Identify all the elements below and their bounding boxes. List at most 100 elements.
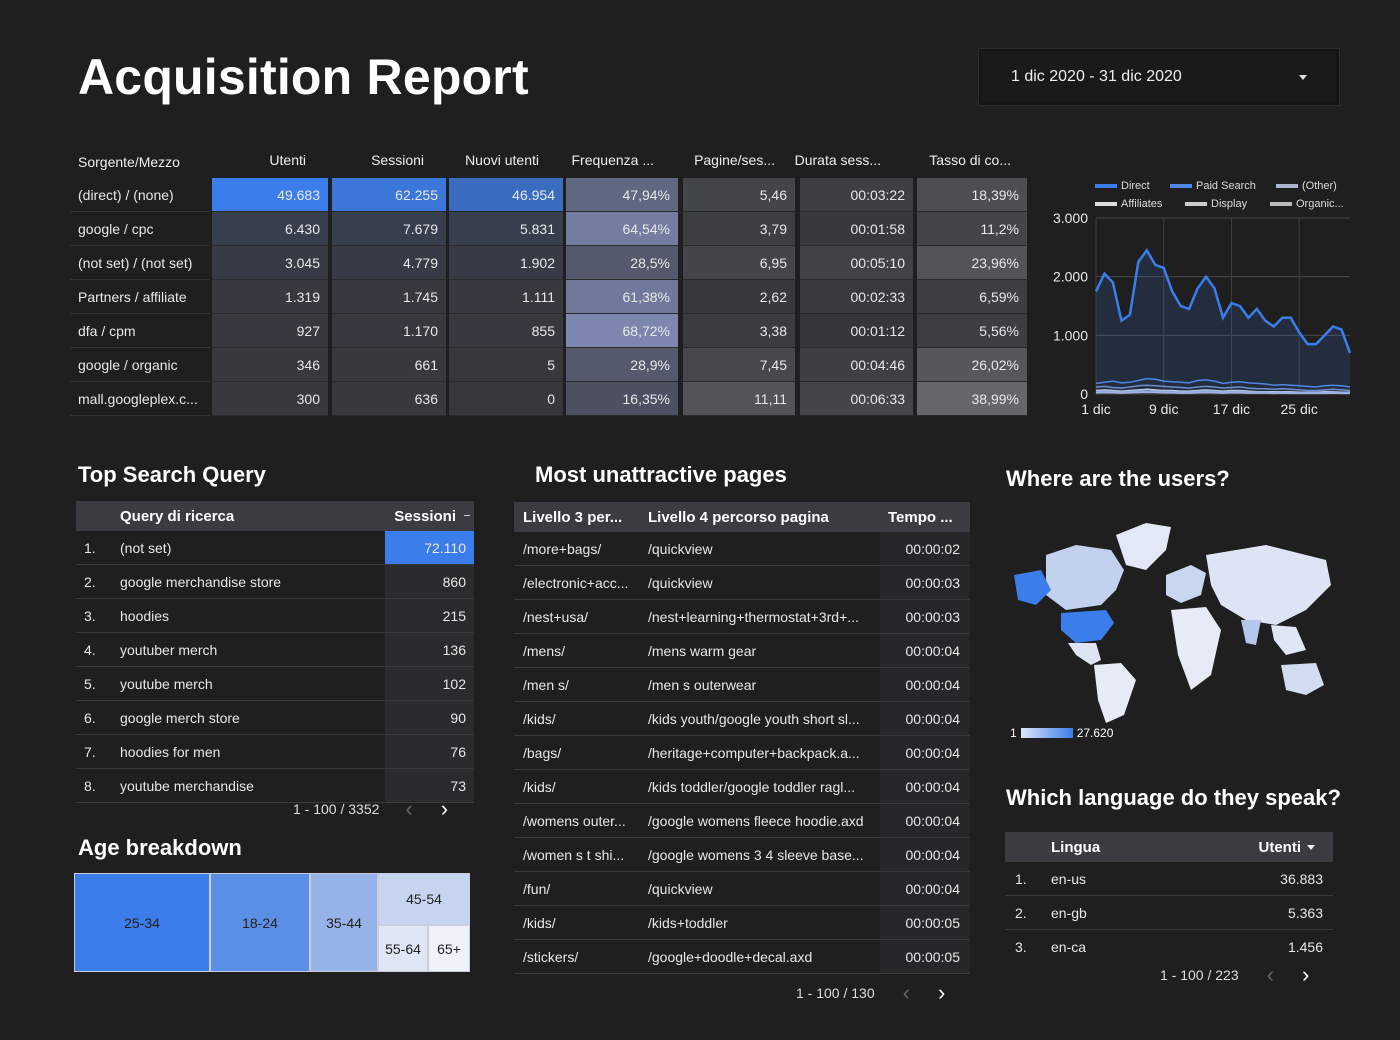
table-row[interactable]: 3. hoodies 215 [76, 599, 474, 633]
europe-shape[interactable] [1166, 565, 1206, 603]
table-row[interactable]: 7. hoodies for men 76 [76, 735, 474, 769]
chevron-left-icon[interactable]: ‹ [1267, 962, 1274, 988]
alaska-shape[interactable] [1014, 570, 1051, 605]
metric-cell: 2,62 [683, 280, 795, 314]
metric-cell: 5.831 [449, 212, 563, 246]
level3-path: /womens outer... [523, 812, 626, 829]
query-text: google merchandise store [120, 573, 282, 590]
sessions-line-chart: Direct Paid Search (Other) Affiliates Di… [1040, 168, 1370, 428]
table-row[interactable]: /nest+usa/ /nest+learning+thermostat+3rd+… [514, 600, 970, 634]
query-text: youtuber merch [120, 641, 218, 658]
column-header-query[interactable]: Query di ricerca [120, 508, 234, 525]
pager-label: 1 - 100 / 130 [796, 985, 875, 1001]
table-row[interactable]: /women s t shi... /google womens 3 4 slee… [514, 838, 970, 872]
row-index: 1. [84, 539, 96, 556]
column-header[interactable]: Durata sess... [795, 144, 913, 176]
x-tick-label: 9 dic [1149, 401, 1179, 417]
row-index: 4. [84, 641, 96, 658]
table-row[interactable]: 2. en-gb 5.363 [1005, 896, 1333, 930]
sort-icon[interactable] [464, 515, 470, 516]
africa-shape[interactable] [1171, 607, 1221, 690]
date-range-picker[interactable]: 1 dic 2020 - 31 dic 2020 [978, 48, 1340, 106]
world-map[interactable] [1006, 515, 1336, 725]
southeast-asia-shape[interactable] [1271, 625, 1306, 655]
asia-shape[interactable] [1206, 545, 1331, 625]
australia-shape[interactable] [1281, 663, 1324, 695]
level4-path: /quickview [648, 574, 713, 591]
column-header-level4[interactable]: Livello 4 percorso pagina [648, 509, 829, 526]
metric-cell: 5,46 [683, 178, 795, 212]
table-row[interactable]: 2. google merchandise store 860 [76, 565, 474, 599]
table-row[interactable]: /more+bags/ /quickview 00:00:02 [514, 532, 970, 566]
south-america-shape[interactable] [1094, 663, 1136, 723]
column-header[interactable]: Pagine/ses... [683, 144, 795, 176]
treemap-tile[interactable]: 65+ [428, 925, 470, 972]
chevron-left-icon[interactable]: ‹ [405, 796, 412, 822]
table-row[interactable]: /bags/ /heritage+computer+backpack.a... 00… [514, 736, 970, 770]
time-value: 00:00:04 [880, 736, 970, 769]
column-header[interactable]: Utenti [212, 144, 328, 176]
table-row[interactable]: 1. en-us 36.883 [1005, 862, 1333, 896]
table-row[interactable]: /electronic+acc... /quickview 00:00:03 [514, 566, 970, 600]
table-row[interactable]: /womens outer... /google womens fleece ho… [514, 804, 970, 838]
column-header-time[interactable]: Tempo ... [888, 509, 953, 526]
table-row[interactable]: 3. en-ca 1.456 [1005, 930, 1333, 964]
language-code: en-gb [1051, 904, 1087, 921]
level4-path: /mens warm gear [648, 642, 757, 659]
column-header[interactable]: Sessioni [332, 144, 446, 176]
time-value: 00:00:04 [880, 838, 970, 871]
metric-cell: 636 [332, 382, 446, 416]
treemap-tile[interactable]: 55-64 [378, 925, 428, 972]
treemap-tile[interactable]: 45-54 [378, 873, 470, 925]
sessions-value: 215 [385, 599, 474, 632]
column-header-level3[interactable]: Livello 3 per... [523, 509, 622, 526]
table-row[interactable]: 4. youtuber merch 136 [76, 633, 474, 667]
table-row[interactable]: /mens/ /mens warm gear 00:00:04 [514, 634, 970, 668]
table-row[interactable]: 5. youtube merch 102 [76, 667, 474, 701]
chart-canvas: 3.000 2.000 1.000 01 dic 9 dic 17 dic 25 dic [1053, 210, 1352, 417]
row-index: 2. [1015, 904, 1027, 921]
column-header-users[interactable]: Utenti [1259, 839, 1302, 856]
chevron-right-icon[interactable]: › [938, 980, 945, 1006]
table-row[interactable]: /kids/ /kids+toddler 00:00:05 [514, 906, 970, 940]
pages-pager: 1 - 100 / 130 ‹ › [796, 980, 945, 1006]
chevron-right-icon[interactable]: › [441, 796, 448, 822]
canada-shape[interactable] [1046, 545, 1124, 610]
column-header-language[interactable]: Lingua [1051, 839, 1100, 856]
table-row[interactable]: /men s/ /men s outerwear 00:00:04 [514, 668, 970, 702]
table-row[interactable]: /kids/ /kids youth/google youth short sl.… [514, 702, 970, 736]
treemap-tile[interactable]: 25-34 [74, 873, 210, 972]
table-row[interactable]: /fun/ /quickview 00:00:04 [514, 872, 970, 906]
metric-cell: 661 [332, 348, 446, 382]
metric-cell: 346 [212, 348, 328, 382]
column-header[interactable]: Nuovi utenti [449, 144, 563, 176]
column-header[interactable]: Frequenza ... [566, 144, 678, 176]
sort-desc-icon[interactable] [1307, 845, 1315, 850]
time-value: 00:00:04 [880, 770, 970, 803]
table-row[interactable]: 6. google merch store 90 [76, 701, 474, 735]
column-header-sessions[interactable]: Sessioni [394, 508, 456, 525]
map-legend-max: 27.620 [1076, 726, 1114, 740]
table-row[interactable]: 1. (not set) 72.110 [76, 531, 474, 565]
row-dimension: google / cpc [70, 212, 210, 246]
metric-cell: 23,96% [917, 246, 1027, 280]
chevron-left-icon[interactable]: ‹ [903, 980, 910, 1006]
usa-shape[interactable] [1061, 610, 1114, 643]
greenland-shape[interactable] [1116, 523, 1171, 570]
table-row[interactable]: /kids/ /kids toddler/google toddler ragl.… [514, 770, 970, 804]
level3-path: /electronic+acc... [523, 574, 629, 591]
chevron-right-icon[interactable]: › [1302, 962, 1309, 988]
treemap-tile[interactable]: 35-44 [310, 873, 378, 972]
column-header[interactable]: Tasso di co... [917, 144, 1027, 176]
row-index: 6. [84, 709, 96, 726]
metric-cell: 5,56% [917, 314, 1027, 348]
map-legend: 1 27.620 [1010, 726, 1113, 740]
india-shape[interactable] [1241, 620, 1261, 645]
column-header[interactable]: Sorgente/Mezzo [70, 146, 210, 178]
row-dimension: (not set) / (not set) [70, 246, 210, 280]
mexico-shape[interactable] [1068, 643, 1101, 665]
table-row[interactable]: /stickers/ /google+doodle+decal.axd 00:00:… [514, 940, 970, 974]
search-query-header: Query di ricerca Sessioni [76, 501, 474, 531]
row-dimension: dfa / cpm [70, 314, 210, 348]
treemap-tile[interactable]: 18-24 [210, 873, 310, 972]
